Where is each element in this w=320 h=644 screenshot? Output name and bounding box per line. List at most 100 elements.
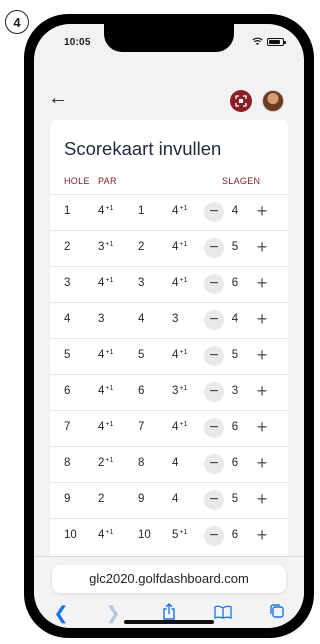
score-table: 1 4+1 1 4+1−4 +2 3+1 2 4+1−5 +3 4+1 3 4+1−6 +4 3 4 3−4 +… [50, 194, 288, 554]
hole-number-value: 2 [64, 241, 71, 253]
hole-par-hcp-value: 4 [172, 421, 179, 433]
hole-number: 1 [64, 205, 70, 217]
hole-index: 6 [138, 385, 144, 397]
battery-icon [267, 38, 286, 46]
decrement-button[interactable]: − [204, 274, 224, 294]
bookmarks-button[interactable] [212, 603, 234, 623]
table-row: 1 4+1 1 4+1−4 + [50, 194, 288, 230]
hole-par-hcp: 3+1 [172, 385, 187, 397]
scan-button[interactable] [230, 90, 252, 112]
browser-toolbar: glc2020.golfdashboard.com ❮ ❯ [34, 556, 304, 628]
hole-number: 2 [64, 241, 70, 253]
decrement-button[interactable]: − [204, 238, 224, 258]
table-row: 4 3 4 3−4 + [50, 302, 288, 338]
hole-number-value: 6 [64, 385, 71, 397]
increment-button[interactable]: + [252, 525, 272, 545]
increment-button[interactable]: + [252, 417, 272, 437]
hole-par-hcp-extra: +1 [179, 529, 188, 536]
hole-par-value: 2 [98, 493, 105, 505]
hole-par: 4+1 [98, 529, 113, 541]
hole-par: 4+1 [98, 421, 113, 433]
book-icon [214, 605, 232, 620]
hole-par-hcp-extra: +1 [179, 277, 188, 284]
hole-par-value: 4 [98, 421, 105, 433]
hole-index-value: 1 [138, 205, 145, 217]
hole-par-hcp-value: 4 [172, 349, 179, 361]
hole-index: 2 [138, 241, 144, 253]
hole-par-value: 4 [98, 529, 105, 541]
hole-par-hcp-extra: +1 [179, 349, 188, 356]
table-row: 5 4+1 5 4+1−5 + [50, 338, 288, 374]
decrement-button[interactable]: − [204, 454, 224, 474]
avatar[interactable] [262, 90, 284, 112]
stroke-count: 4 [231, 313, 239, 325]
decrement-button[interactable]: − [204, 490, 224, 510]
hole-index-value: 3 [138, 277, 145, 289]
hole-par-hcp-value: 5 [172, 529, 179, 541]
column-header-strokes: SLAGEN [222, 176, 261, 186]
decrement-button[interactable]: − [204, 418, 224, 438]
hole-number-value: 3 [64, 277, 71, 289]
hole-par-hcp-value: 4 [172, 493, 179, 505]
hole-par-hcp-extra: +1 [179, 241, 188, 248]
hole-par-extra: +1 [105, 241, 114, 248]
tabs-button[interactable] [266, 603, 288, 623]
decrement-button[interactable]: − [204, 346, 224, 366]
increment-button[interactable]: + [252, 453, 272, 473]
hole-par: 2 [98, 493, 105, 505]
hole-number: 8 [64, 457, 70, 469]
increment-button[interactable]: + [252, 237, 272, 257]
table-row: 8 2+1 8 4 −6 + [50, 446, 288, 482]
stroke-count: 5 [231, 349, 239, 361]
table-row: 3 4+1 3 4+1−6 + [50, 266, 288, 302]
page-title: Scorekaart invullen [64, 138, 222, 159]
hole-par-hcp: 4+1 [172, 277, 187, 289]
hole-par: 2+1 [98, 457, 113, 469]
hole-par: 3+1 [98, 241, 113, 253]
address-bar[interactable]: glc2020.golfdashboard.com [52, 565, 286, 593]
column-header-par: PAR [98, 176, 117, 186]
back-button[interactable]: ← [48, 88, 72, 110]
increment-button[interactable]: + [252, 201, 272, 221]
hole-par-extra: +1 [105, 421, 114, 428]
table-row: 10 4+1 10 5+1−6 + [50, 518, 288, 554]
hole-par-value: 4 [98, 349, 105, 361]
back-nav-button[interactable]: ❮ [50, 603, 72, 623]
increment-button[interactable]: + [252, 309, 272, 329]
hole-index-value: 6 [138, 385, 145, 397]
hole-par-hcp-extra: +1 [179, 205, 188, 212]
hole-par: 4+1 [98, 205, 113, 217]
increment-button[interactable]: + [252, 381, 272, 401]
phone-frame: 10:05 ← Scorekaart invullen HOLE PAR SLA… [24, 14, 314, 638]
hole-index: 10 [138, 529, 151, 541]
hole-par-hcp-value: 4 [172, 241, 179, 253]
hole-par-hcp: 4 [172, 493, 179, 505]
increment-button[interactable]: + [252, 345, 272, 365]
hole-number-value: 8 [64, 457, 71, 469]
stroke-count: 5 [231, 493, 239, 505]
hole-number-value: 1 [64, 205, 71, 217]
hole-par-extra: +1 [105, 457, 114, 464]
notch [104, 24, 234, 52]
hole-par: 4+1 [98, 385, 113, 397]
hole-index: 1 [138, 205, 144, 217]
forward-nav-button[interactable]: ❯ [102, 603, 124, 623]
table-row: 7 4+1 7 4+1−6 + [50, 410, 288, 446]
increment-button[interactable]: + [252, 489, 272, 509]
hole-par-extra: +1 [105, 349, 114, 356]
hole-number: 4 [64, 313, 70, 325]
stroke-count: 6 [231, 529, 239, 541]
hole-index: 5 [138, 349, 144, 361]
hole-par-value: 3 [98, 241, 105, 253]
decrement-button[interactable]: − [204, 202, 224, 222]
decrement-button[interactable]: − [204, 382, 224, 402]
hole-par-value: 2 [98, 457, 105, 469]
hole-par-hcp: 4+1 [172, 241, 187, 253]
decrement-button[interactable]: − [204, 526, 224, 546]
hole-number: 5 [64, 349, 70, 361]
hole-number-value: 4 [64, 313, 71, 325]
decrement-button[interactable]: − [204, 310, 224, 330]
hole-index: 7 [138, 421, 144, 433]
increment-button[interactable]: + [252, 273, 272, 293]
hole-par-hcp-extra: +1 [179, 385, 188, 392]
